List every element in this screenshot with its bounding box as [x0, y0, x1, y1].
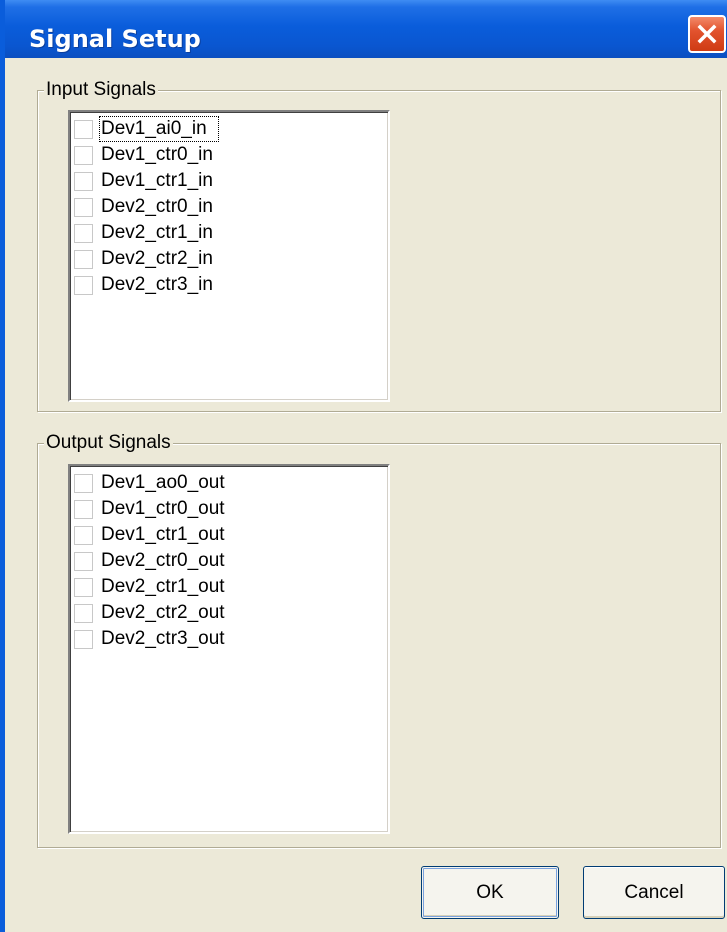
input-signals-label: Input Signals: [44, 79, 158, 101]
signal-label: Dev2_ctr2_out: [101, 602, 225, 623]
signal-label: Dev2_ctr1_in: [101, 222, 213, 243]
signal-label: Dev1_ctr0_in: [101, 144, 213, 165]
signal-checkbox[interactable]: [74, 223, 93, 243]
signal-checkbox[interactable]: [74, 197, 93, 217]
list-item[interactable]: Dev1_ctr0_in: [74, 142, 217, 168]
signal-label: Dev2_ctr3_out: [101, 628, 225, 649]
ok-button[interactable]: OK: [421, 866, 559, 919]
list-item[interactable]: Dev2_ctr1_out: [74, 574, 225, 600]
list-item[interactable]: Dev1_ctr1_out: [74, 522, 225, 548]
signal-label: Dev2_ctr3_in: [101, 274, 213, 295]
list-item[interactable]: Dev2_ctr2_out: [74, 600, 225, 626]
signal-label: Dev1_ai0_in: [99, 116, 219, 142]
signal-checkbox[interactable]: [74, 577, 93, 597]
signal-setup-dialog: Signal Setup Input Signals Dev1_ai0_in De…: [0, 0, 727, 932]
signal-checkbox[interactable]: [74, 499, 93, 519]
signal-label: Dev2_ctr0_out: [101, 550, 225, 571]
list-item[interactable]: Dev1_ctr1_in: [74, 168, 217, 194]
list-item[interactable]: Dev2_ctr0_out: [74, 548, 225, 574]
close-button[interactable]: [688, 15, 726, 53]
signal-checkbox[interactable]: [74, 119, 93, 139]
signal-checkbox[interactable]: [74, 629, 93, 649]
list-item[interactable]: Dev2_ctr1_in: [74, 220, 217, 246]
input-signals-list[interactable]: Dev1_ai0_in Dev1_ctr0_in Dev1_ctr1_in Dev2_…: [68, 110, 390, 402]
list-item[interactable]: Dev2_ctr3_in: [74, 272, 217, 298]
list-item[interactable]: Dev2_ctr3_out: [74, 626, 225, 652]
signal-label: Dev2_ctr1_out: [101, 576, 225, 597]
signal-label: Dev2_ctr2_in: [101, 248, 213, 269]
signal-checkbox[interactable]: [74, 473, 93, 493]
signal-label: Dev1_ctr1_in: [101, 170, 213, 191]
cancel-button-label: Cancel: [624, 881, 684, 903]
signal-checkbox[interactable]: [74, 145, 93, 165]
title-bar[interactable]: Signal Setup: [5, 0, 727, 58]
signal-checkbox[interactable]: [74, 275, 93, 295]
window-title: Signal Setup: [29, 25, 201, 53]
signal-label: Dev1_ctr0_out: [101, 498, 225, 519]
signal-checkbox[interactable]: [74, 525, 93, 545]
list-item[interactable]: Dev1_ao0_out: [74, 470, 225, 496]
signal-checkbox[interactable]: [74, 603, 93, 623]
signal-checkbox[interactable]: [74, 171, 93, 191]
list-item[interactable]: Dev1_ctr0_out: [74, 496, 225, 522]
signal-checkbox[interactable]: [74, 551, 93, 571]
signal-label: Dev1_ctr1_out: [101, 524, 225, 545]
signal-label: Dev2_ctr0_in: [101, 196, 213, 217]
output-signals-label: Output Signals: [44, 432, 173, 454]
list-item[interactable]: Dev1_ai0_in: [74, 116, 219, 142]
signal-checkbox[interactable]: [74, 249, 93, 269]
cancel-button[interactable]: Cancel: [583, 866, 725, 919]
output-signals-list[interactable]: Dev1_ao0_out Dev1_ctr0_out Dev1_ctr1_out De…: [68, 464, 390, 834]
signal-label: Dev1_ao0_out: [101, 472, 225, 493]
ok-button-label: OK: [476, 881, 504, 903]
list-item[interactable]: Dev2_ctr2_in: [74, 246, 217, 272]
list-item[interactable]: Dev2_ctr0_in: [74, 194, 217, 220]
